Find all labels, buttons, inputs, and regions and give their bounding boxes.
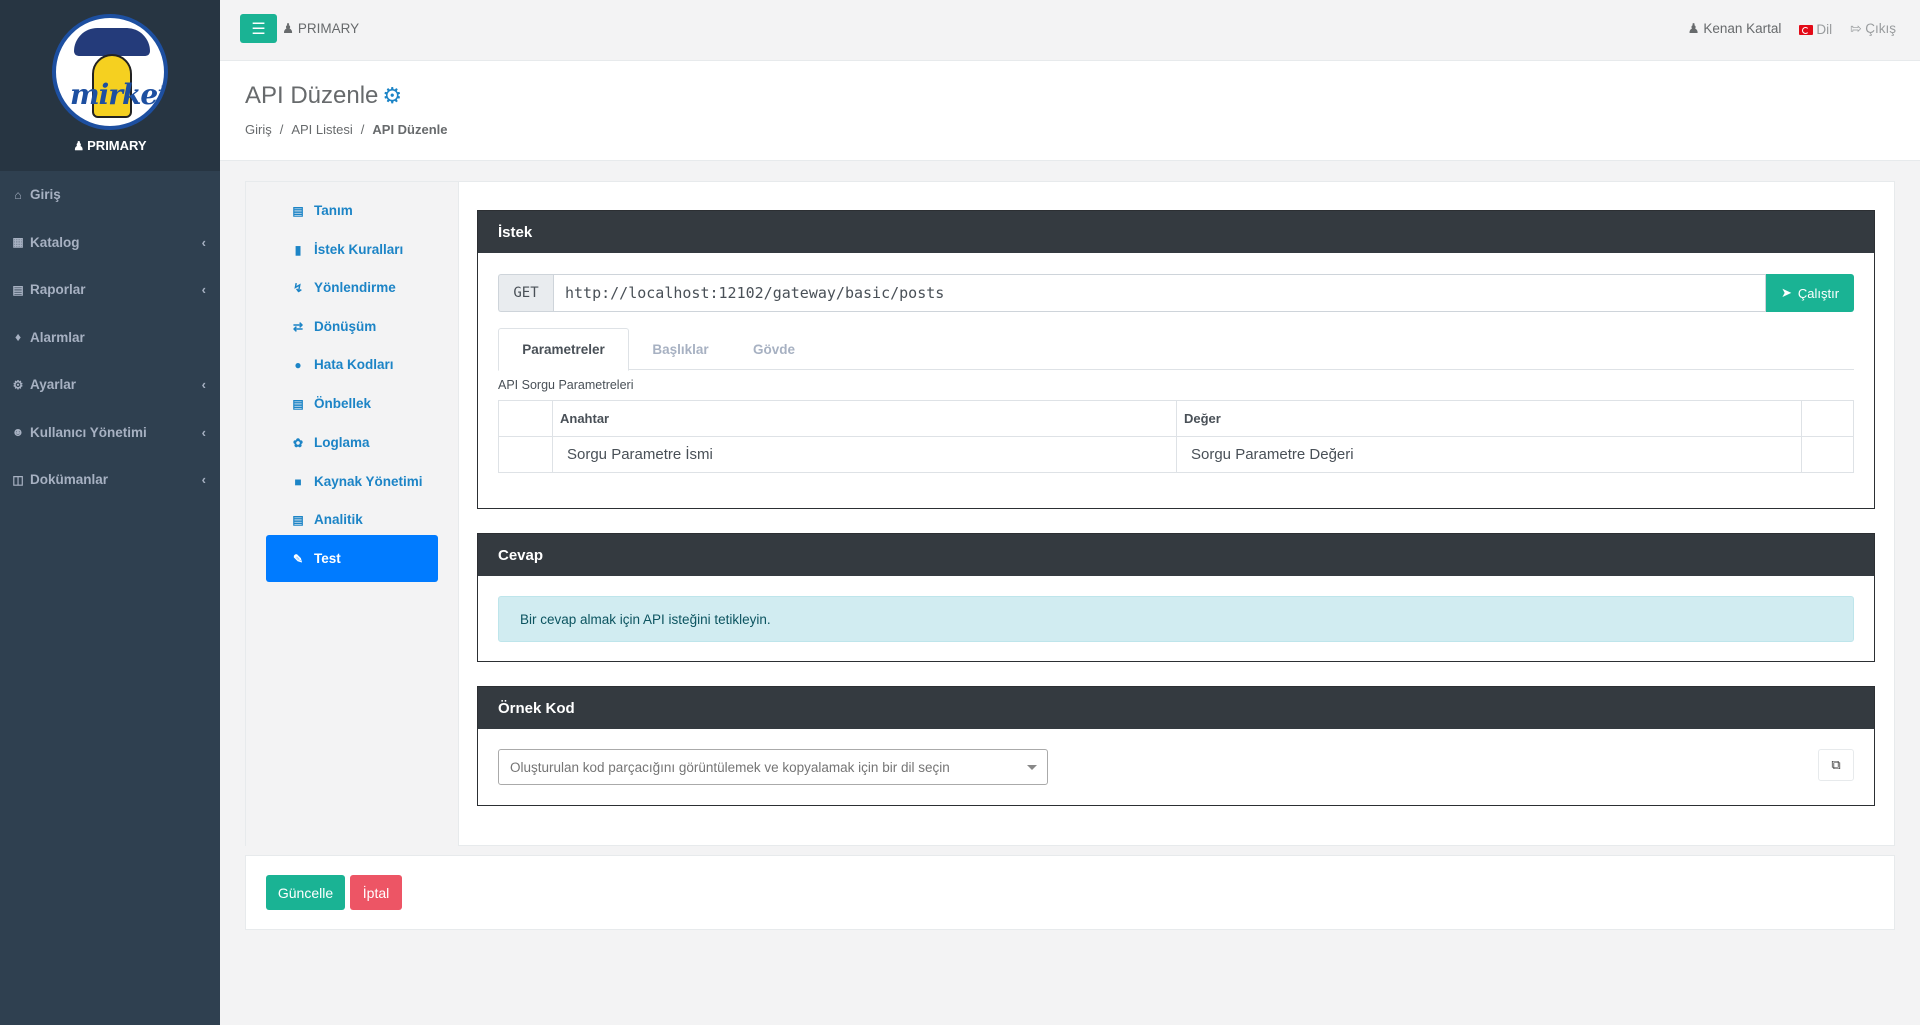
sample-code-box-title: Örnek Kod: [478, 687, 1874, 729]
param-key-input[interactable]: Sorgu Parametre İsmi: [552, 436, 1177, 473]
vertical-tabs: ▤ Tanım ▮ İstek Kuralları ↯ Yönlendirme ⇄ Dö…: [246, 182, 459, 846]
sign-out-icon: ⇰: [1850, 21, 1862, 36]
params-table: Anahtar Değer Sorgu Parametre İsmi Sorgu…: [498, 400, 1854, 473]
run-button[interactable]: ➤ Çalıştır: [1766, 274, 1854, 312]
sample-code-box: Örnek Kod Oluşturulan kod parçacığını gö…: [477, 686, 1875, 806]
memory-icon: ▤: [292, 396, 304, 411]
subtab-basliklar[interactable]: Başlıklar: [629, 328, 732, 370]
copy-icon: ⧉: [1831, 757, 1841, 772]
subtab-govde[interactable]: Gövde: [732, 328, 816, 370]
sidebar: mirket ♟ PRIMARY ⌂ Giriş ▦ Katalog ‹ ▤ Raporl…: [0, 0, 220, 1025]
chevron-left-icon: ‹: [201, 282, 206, 298]
bell-icon: ♦: [14, 330, 22, 345]
request-box-title: İstek: [478, 211, 1874, 253]
response-info-alert: Bir cevap almak için API isteğini tetikl…: [498, 596, 1854, 642]
mirket-logo[interactable]: mirket: [52, 14, 168, 130]
menu-toggle-button[interactable]: ☰: [240, 14, 277, 43]
id-card-icon: ▤: [292, 203, 304, 218]
row-actions-cell: [1801, 436, 1854, 473]
edit-panel: ▤ Tanım ▮ İstek Kuralları ↯ Yönlendirme ⇄ Dö…: [245, 181, 1895, 846]
cogs-icon: ⚙: [382, 83, 403, 108]
caret-down-icon: [1027, 765, 1037, 770]
update-button[interactable]: Güncelle: [266, 875, 345, 910]
row-select-cell: [498, 436, 553, 473]
copy-button[interactable]: ⧉: [1818, 749, 1854, 781]
breadcrumb-separator: /: [360, 122, 365, 137]
table-header-actions: [1801, 400, 1854, 437]
sitemap-icon: ▦: [12, 235, 24, 250]
sidebar-item-dokumanlar[interactable]: ◫ Dokümanlar ‹: [0, 456, 220, 504]
request-row: GET http://localhost:12102/gateway/basic…: [498, 274, 1854, 312]
breadcrumb: Giriş / API Listesi / API Düzenle: [245, 122, 448, 137]
language-select[interactable]: Oluşturulan kod parçacığını görüntülemek…: [498, 749, 1048, 785]
chevron-left-icon: ‹: [201, 424, 206, 440]
sidebar-item-alarmlar[interactable]: ♦ Alarmlar: [0, 314, 220, 362]
eyedropper-icon: ✎: [292, 551, 304, 566]
params-label: API Sorgu Parametreleri: [498, 378, 634, 392]
chevron-left-icon: ‹: [201, 234, 206, 250]
feather-icon: ✿: [292, 435, 304, 450]
tab-test[interactable]: ✎ Test: [266, 535, 438, 582]
sidebar-item-giris[interactable]: ⌂ Giriş: [0, 171, 220, 219]
lock-icon: ■: [294, 474, 302, 489]
breadcrumb-separator: /: [279, 122, 284, 137]
request-box: İstek GET http://localhost:12102/gateway…: [477, 210, 1875, 509]
method-addon: GET: [498, 274, 553, 312]
home-icon: ⌂: [14, 187, 22, 202]
page-heading: API Düzenle ⚙ Giriş / API Listesi / API Düzen…: [220, 61, 1920, 161]
chart-icon: ▤: [292, 512, 304, 527]
logout-link[interactable]: ⇰ Çıkış: [1850, 21, 1896, 37]
topbar: ☰ ♟ PRIMARY ♟ Kenan Kartal Dil ⇰ Çıkış: [220, 0, 1920, 61]
response-box: Cevap Bir cevap almak için API isteğini …: [477, 533, 1875, 662]
exclamation-icon: ●: [294, 357, 302, 372]
form-actions: Güncelle İptal: [245, 855, 1895, 930]
nav-header: mirket ♟ PRIMARY: [0, 0, 220, 171]
chart-icon: ▤: [12, 282, 24, 297]
chevron-left-icon: ‹: [201, 377, 206, 393]
response-box-title: Cevap: [478, 534, 1874, 576]
cancel-button[interactable]: İptal: [350, 875, 402, 910]
top-right-nav: ♟ Kenan Kartal Dil ⇰ Çıkış: [1687, 21, 1896, 37]
role-label: ♟ PRIMARY: [73, 138, 147, 153]
turkey-flag-icon: [1799, 24, 1814, 35]
table-header-select: [498, 400, 553, 437]
user-tie-icon: ♟: [282, 21, 295, 36]
page-title: API Düzenle ⚙: [245, 82, 403, 109]
breadcrumb-link-giris[interactable]: Giriş: [245, 122, 272, 137]
request-subtabs: Parametreler Başlıklar Gövde: [498, 328, 1854, 371]
hamburger-icon: ☰: [251, 20, 266, 38]
user-tie-icon: ♟: [73, 139, 85, 153]
sidebar-item-raporlar[interactable]: ▤ Raporlar ‹: [0, 266, 220, 314]
table-header-value: Değer: [1176, 400, 1802, 437]
url-input[interactable]: http://localhost:12102/gateway/basic/pos…: [553, 274, 1766, 312]
sidebar-menu: ⌂ Giriş ▦ Katalog ‹ ▤ Raporlar ‹ ♦ Alarmlar ⚙ A…: [0, 171, 220, 504]
book-icon: ▮: [294, 242, 302, 257]
bolt-icon: ↯: [292, 280, 304, 295]
paper-plane-icon: ➤: [1780, 285, 1792, 300]
sidebar-item-katalog[interactable]: ▦ Katalog ‹: [0, 219, 220, 267]
file-icon: ◫: [12, 472, 24, 487]
user-icon: ♟: [1687, 21, 1700, 36]
top-role-label: ♟ PRIMARY: [282, 21, 360, 36]
logo-wordmark: mirket: [70, 78, 168, 111]
table-header-key: Anahtar: [552, 400, 1177, 437]
user-menu[interactable]: ♟ Kenan Kartal: [1687, 21, 1781, 37]
breadcrumb-current: API Düzenle: [372, 122, 448, 137]
sidebar-item-kullanici-yonetimi[interactable]: ☻ Kullanıcı Yönetimi ‹: [0, 409, 220, 457]
breadcrumb-link-api-listesi[interactable]: API Listesi: [291, 122, 352, 137]
table-header-row: Anahtar Değer: [498, 400, 1854, 437]
users-icon: ☻: [11, 425, 25, 440]
table-row: Sorgu Parametre İsmi Sorgu Parametre Değ…: [498, 436, 1854, 473]
logo-hat: [74, 28, 150, 56]
sidebar-item-ayarlar[interactable]: ⚙ Ayarlar ‹: [0, 361, 220, 409]
cogs-icon: ⚙: [12, 377, 24, 392]
chevron-left-icon: ‹: [201, 472, 206, 488]
exchange-icon: ⇄: [292, 319, 304, 334]
param-value-input[interactable]: Sorgu Parametre Değeri: [1176, 436, 1802, 473]
language-menu[interactable]: Dil: [1799, 22, 1832, 37]
subtab-parametreler[interactable]: Parametreler: [498, 328, 629, 371]
